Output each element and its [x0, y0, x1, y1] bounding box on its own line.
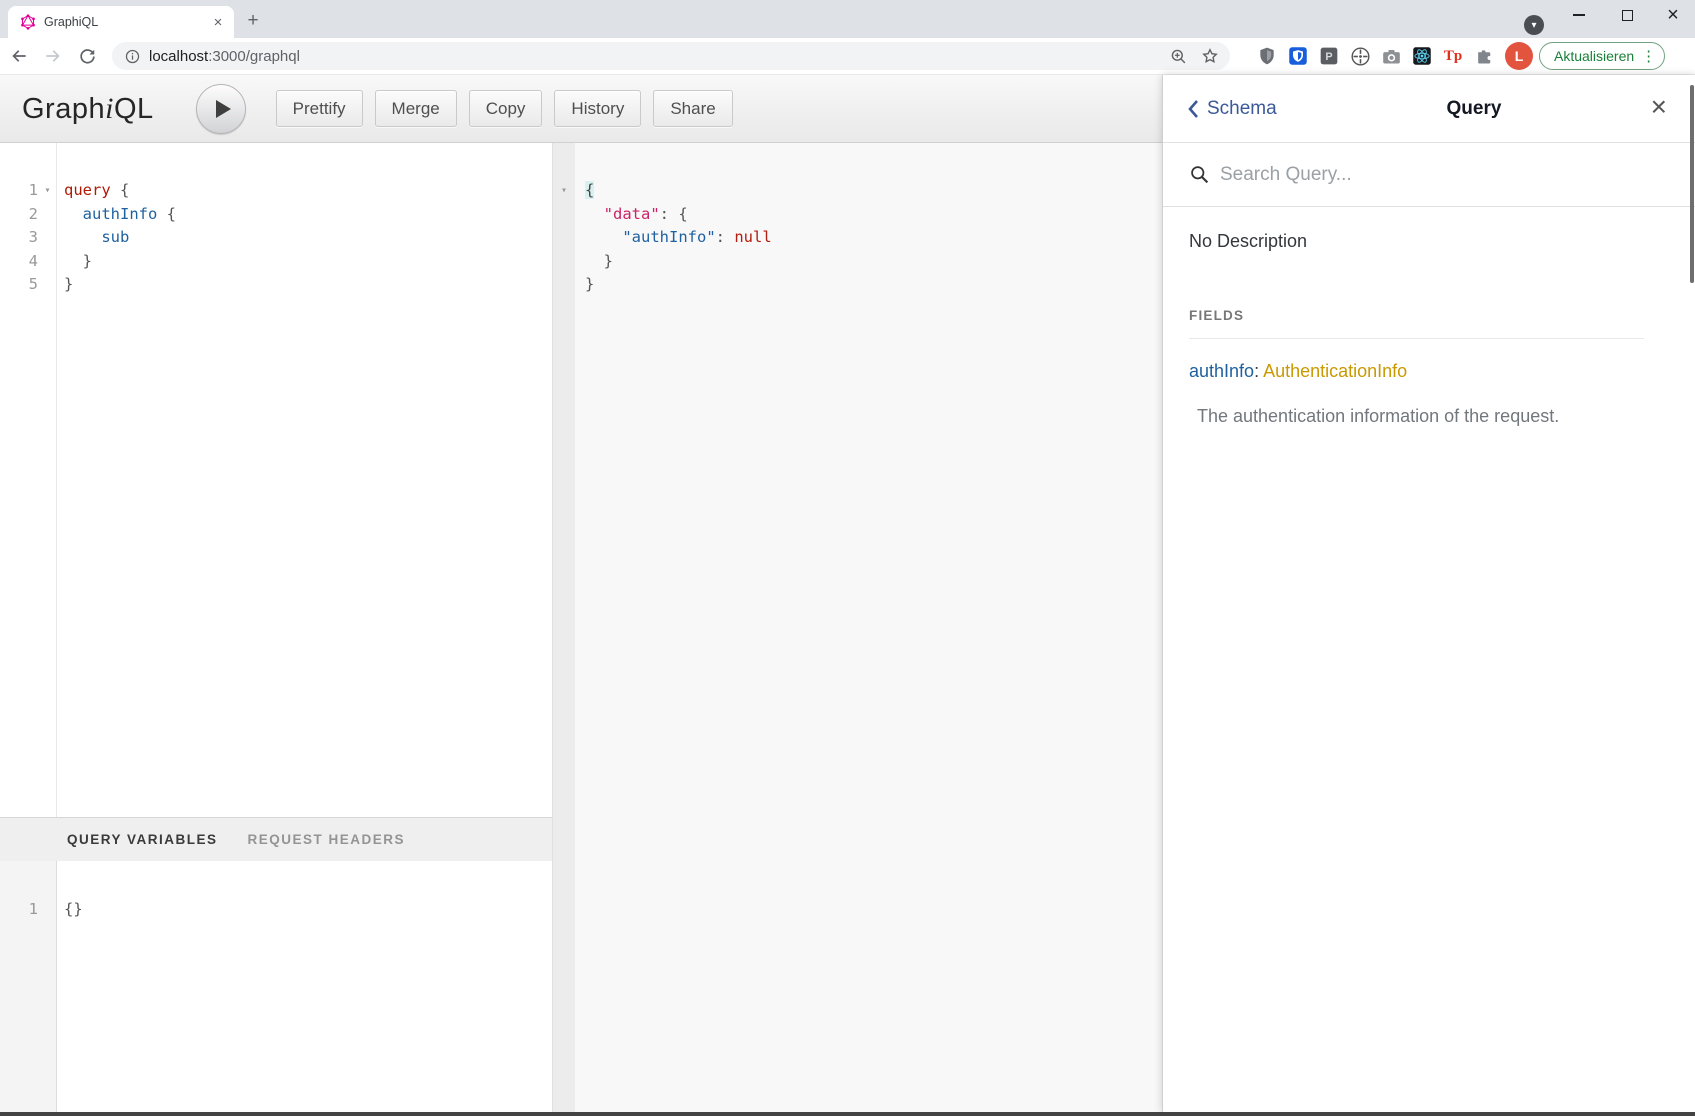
tab-request-headers[interactable]: REQUEST HEADERS — [248, 832, 406, 847]
docs-scrollbar[interactable] — [1690, 85, 1694, 283]
history-button[interactable]: History — [554, 90, 641, 127]
doc-explorer-panel: Schema Query × No Description FIELDS aut… — [1162, 75, 1695, 1112]
react-devtools-icon[interactable] — [1411, 45, 1433, 67]
result-line: } — [553, 273, 1162, 297]
browser-toolbar: localhost:3000/graphql P — [0, 38, 1695, 75]
share-button[interactable]: Share — [653, 90, 732, 127]
result-line: "authInfo": null — [553, 226, 1162, 250]
profile-avatar[interactable]: L — [1505, 42, 1533, 70]
back-button[interactable] — [4, 41, 34, 71]
play-icon — [216, 100, 231, 118]
graphql-favicon-icon — [20, 14, 36, 30]
search-icon — [1189, 164, 1210, 185]
puzzle-extensions-icon[interactable] — [1473, 45, 1495, 67]
p-box-icon[interactable]: P — [1318, 45, 1340, 67]
extensions-cluster: P Tp — [1256, 45, 1495, 67]
info-icon[interactable] — [124, 48, 141, 65]
forward-button[interactable] — [38, 41, 68, 71]
copy-button[interactable]: Copy — [469, 90, 543, 127]
code-line[interactable]: 2 authInfo { — [0, 203, 552, 227]
docs-content: No Description FIELDS authInfo: Authenti… — [1163, 207, 1695, 427]
variables-header-bar: QUERY VARIABLES REQUEST HEADERS — [0, 817, 552, 861]
docs-close-icon[interactable]: × — [1651, 93, 1667, 121]
merge-button[interactable]: Merge — [375, 90, 457, 127]
query-variables-editor[interactable]: 1{} — [0, 861, 552, 1112]
result-line: } — [553, 250, 1162, 274]
doc-explorer-header: Schema Query × — [1163, 75, 1695, 143]
code-line[interactable]: 3 sub — [0, 226, 552, 250]
svg-text:P: P — [1325, 51, 1332, 63]
fields-heading: FIELDS — [1189, 308, 1669, 323]
fold-arrow-icon[interactable]: ▾ — [553, 179, 575, 203]
type-description: No Description — [1189, 231, 1669, 252]
field-type-link[interactable]: AuthenticationInfo — [1263, 361, 1407, 381]
maximize-icon — [1622, 10, 1633, 21]
result-viewer-pane: ▾{ "data": { "authInfo": null } } — [553, 143, 1162, 1112]
field-description: The authentication information of the re… — [1189, 406, 1669, 427]
fold-arrow-icon[interactable]: ▾ — [38, 179, 57, 203]
ublock-shield-icon[interactable] — [1256, 45, 1278, 67]
docs-back-link[interactable]: Schema — [1187, 98, 1277, 120]
tab-strip: GraphiQL × + ▾ × — [0, 0, 1695, 38]
maximize-button[interactable] — [1604, 0, 1650, 30]
minimize-icon — [1573, 14, 1585, 16]
code-line[interactable]: 1{} — [0, 898, 552, 922]
url-text: localhost:3000/graphql — [149, 48, 1169, 65]
result-line: "data": { — [553, 203, 1162, 227]
docs-search-row — [1163, 143, 1695, 207]
tp-icon[interactable]: Tp — [1442, 45, 1464, 67]
update-label: Aktualisieren — [1554, 48, 1634, 64]
window-close-button[interactable]: × — [1650, 0, 1695, 30]
code-line[interactable]: 1▾query { — [0, 179, 552, 203]
new-tab-button[interactable]: + — [240, 8, 266, 34]
address-bar[interactable]: localhost:3000/graphql — [112, 42, 1230, 70]
zoom-icon[interactable] — [1169, 47, 1188, 66]
crosshair-icon[interactable] — [1349, 45, 1371, 67]
tab-title: GraphiQL — [44, 15, 210, 29]
tab-search-icon[interactable]: ▾ — [1524, 15, 1544, 35]
chevron-left-icon — [1187, 99, 1199, 119]
field-name-link[interactable]: authInfo — [1189, 361, 1254, 381]
bitwarden-shield-icon[interactable] — [1287, 45, 1309, 67]
code-line[interactable]: 4 } — [0, 250, 552, 274]
prettify-button[interactable]: Prettify — [276, 90, 363, 127]
tab-close-icon[interactable]: × — [210, 14, 226, 30]
window-bottom-edge — [0, 1112, 1695, 1116]
graphiql-logo: GraphiQL — [22, 92, 154, 126]
tab-graphiql[interactable]: GraphiQL × — [8, 6, 234, 38]
tab-query-variables[interactable]: QUERY VARIABLES — [67, 832, 218, 847]
result-line: ▾{ — [553, 179, 1162, 203]
menu-kebab-icon: ⋮ — [1641, 47, 1656, 65]
code-line[interactable]: 5} — [0, 273, 552, 297]
camera-icon[interactable] — [1380, 45, 1402, 67]
query-editor[interactable]: 1▾query { 2 authInfo { 3 sub 4 } 5} — [0, 143, 552, 817]
chrome-update-button[interactable]: Aktualisieren ⋮ — [1539, 42, 1665, 70]
graphiql-app: GraphiQL Prettify Merge Copy History Sha… — [0, 75, 1695, 1112]
browser-window: GraphiQL × + ▾ × localhost:3000/graphql — [0, 0, 1695, 1116]
execute-query-button[interactable] — [196, 84, 246, 134]
query-editor-pane: 1▾query { 2 authInfo { 3 sub 4 } 5} QUER… — [0, 143, 553, 1112]
minimize-button[interactable] — [1556, 0, 1602, 30]
refresh-button[interactable] — [72, 41, 102, 71]
bookmark-star-icon[interactable] — [1200, 46, 1220, 66]
field-entry: authInfo: AuthenticationInfo — [1189, 361, 1669, 382]
docs-search-input[interactable] — [1220, 164, 1640, 186]
divider — [1189, 338, 1644, 339]
